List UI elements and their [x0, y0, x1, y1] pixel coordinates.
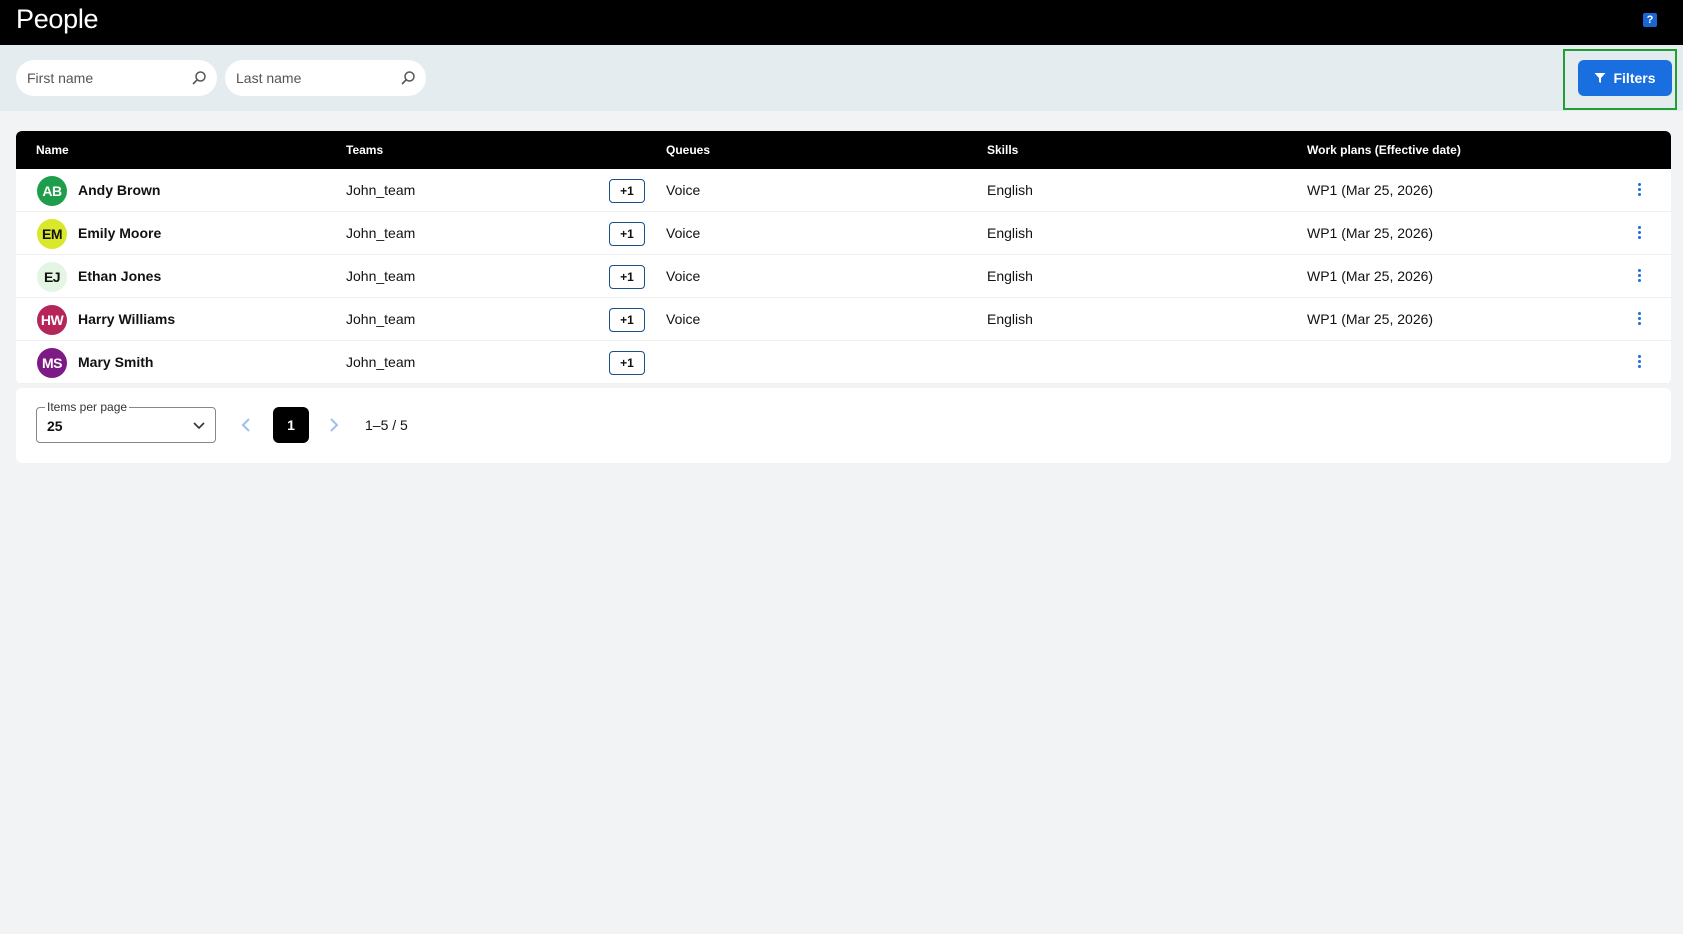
items-per-page-select[interactable]: Items per page 25	[36, 400, 216, 443]
more-teams-button[interactable]: +1	[609, 265, 645, 289]
table-row[interactable]: AB Andy Brown John_team +1 Voice English…	[16, 169, 1671, 212]
person-name[interactable]: Ethan Jones	[78, 268, 161, 284]
more-teams-button[interactable]: +1	[609, 351, 645, 375]
more-teams-button[interactable]: +1	[609, 179, 645, 203]
person-name[interactable]: Emily Moore	[78, 225, 161, 241]
more-options-icon[interactable]	[1634, 226, 1644, 242]
top-bar: People ?	[0, 0, 1683, 45]
items-per-page-label: Items per page	[45, 400, 130, 414]
queue-cell: Voice	[666, 311, 701, 327]
table-header: Name Teams Queues Skills Work plans (Eff…	[16, 131, 1671, 169]
help-icon[interactable]: ?	[1643, 13, 1657, 27]
person-name[interactable]: Mary Smith	[78, 354, 153, 370]
person-name[interactable]: Andy Brown	[78, 182, 160, 198]
table-row[interactable]: EJ Ethan Jones John_team +1 Voice Englis…	[16, 255, 1671, 298]
more-teams-button[interactable]: +1	[609, 222, 645, 246]
avatar: MS	[37, 348, 67, 378]
pagination: Items per page 25 1 1–5 / 5	[16, 388, 1671, 463]
avatar: EM	[37, 219, 67, 249]
filters-button[interactable]: Filters	[1578, 60, 1672, 96]
first-name-input[interactable]	[27, 60, 187, 96]
page-title: People	[16, 4, 99, 34]
skill-cell: English	[987, 182, 1033, 198]
column-name[interactable]: Name	[36, 143, 69, 157]
team-cell: John_team	[346, 311, 416, 327]
work-plan-cell: WP1 (Mar 25, 2026)	[1307, 311, 1434, 327]
column-skills[interactable]: Skills	[987, 143, 1018, 157]
previous-page-icon[interactable]	[238, 416, 254, 434]
avatar: AB	[37, 176, 67, 206]
more-options-icon[interactable]	[1634, 312, 1644, 328]
team-cell: John_team	[346, 182, 416, 198]
search-icon[interactable]	[191, 70, 207, 86]
skill-cell: English	[987, 268, 1033, 284]
skill-cell: English	[987, 311, 1033, 327]
person-name[interactable]: Harry Williams	[78, 311, 175, 327]
last-name-input[interactable]	[236, 60, 396, 96]
page-range: 1–5 / 5	[365, 417, 408, 433]
team-cell: John_team	[346, 354, 416, 370]
work-plan-cell: WP1 (Mar 25, 2026)	[1307, 268, 1434, 284]
skill-cell: English	[987, 225, 1033, 241]
column-teams[interactable]: Teams	[346, 143, 383, 157]
column-work-plans[interactable]: Work plans (Effective date)	[1307, 143, 1461, 157]
items-per-page-value: 25	[47, 418, 63, 434]
filter-bar	[0, 45, 1683, 111]
page-button-current[interactable]: 1	[273, 407, 309, 443]
team-cell: John_team	[346, 225, 416, 241]
filter-icon	[1594, 73, 1606, 83]
queue-cell: Voice	[666, 268, 701, 284]
queue-cell: Voice	[666, 182, 701, 198]
table-row[interactable]: EM Emily Moore John_team +1 Voice Englis…	[16, 212, 1671, 255]
more-teams-button[interactable]: +1	[609, 308, 645, 332]
avatar: EJ	[37, 262, 67, 292]
more-options-icon[interactable]	[1634, 355, 1644, 371]
more-options-icon[interactable]	[1634, 269, 1644, 285]
more-options-icon[interactable]	[1634, 183, 1644, 199]
search-icon[interactable]	[400, 70, 416, 86]
table-row[interactable]: HW Harry Williams John_team +1 Voice Eng…	[16, 298, 1671, 341]
team-cell: John_team	[346, 268, 416, 284]
avatar: HW	[37, 305, 67, 335]
work-plan-cell: WP1 (Mar 25, 2026)	[1307, 225, 1434, 241]
first-name-search	[16, 60, 217, 96]
last-name-search	[225, 60, 426, 96]
work-plan-cell: WP1 (Mar 25, 2026)	[1307, 182, 1434, 198]
column-queues[interactable]: Queues	[666, 143, 710, 157]
table-row[interactable]: MS Mary Smith John_team +1	[16, 341, 1671, 384]
filters-label: Filters	[1613, 70, 1656, 86]
queue-cell: Voice	[666, 225, 701, 241]
people-table: Name Teams Queues Skills Work plans (Eff…	[16, 131, 1671, 384]
chevron-down-icon	[193, 422, 205, 430]
next-page-icon[interactable]	[326, 416, 342, 434]
